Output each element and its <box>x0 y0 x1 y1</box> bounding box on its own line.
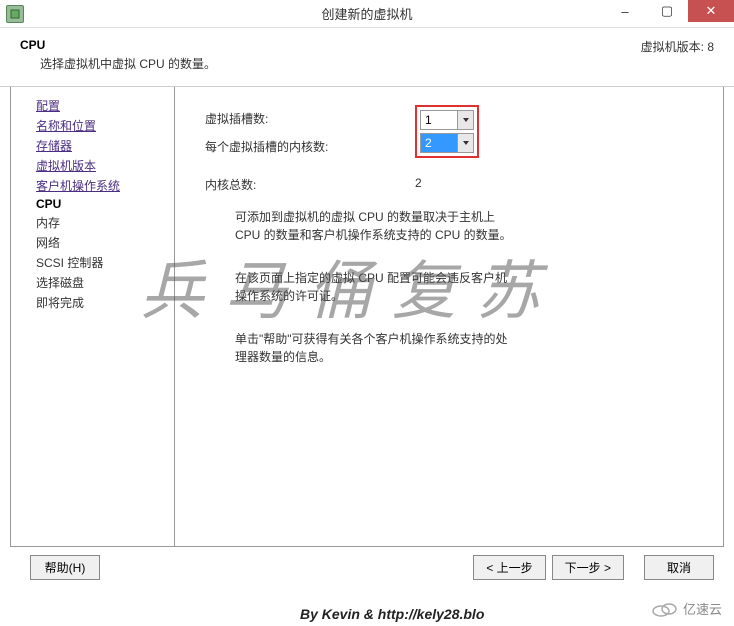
page-description: 选择虚拟机中虚拟 CPU 的数量。 <box>40 55 216 72</box>
cores-dropdown[interactable]: 2 <box>420 133 474 153</box>
corner-logo-text: 亿速云 <box>683 599 722 618</box>
back-button[interactable]: < 上一步 <box>473 555 545 580</box>
window-controls: – ▢ ✕ <box>604 0 734 27</box>
vm-version-label: 虚拟机版本: 8 <box>641 38 714 55</box>
wizard-footer: 帮助(H) < 上一步 下一步 > 取消 <box>0 547 734 588</box>
cores-value: 2 <box>421 136 457 150</box>
close-button[interactable]: ✕ <box>688 0 734 22</box>
wizard-header: CPU 选择虚拟机中虚拟 CPU 的数量。 虚拟机版本: 8 <box>0 28 734 87</box>
total-cores-value: 2 <box>415 176 422 193</box>
sidebar-item-storage[interactable]: 存储器 <box>36 137 174 154</box>
chevron-down-icon <box>457 111 473 129</box>
cores-label: 每个虚拟插槽的内核数: <box>205 131 415 161</box>
sidebar-item-network: 网络 <box>36 234 174 251</box>
info-paragraph-1: 可添加到虚拟机的虚拟 CPU 的数量取决于主机上 CPU 的数量和客户机操作系统… <box>235 208 515 244</box>
window-title: 创建新的虚拟机 <box>321 4 412 23</box>
info-paragraph-3: 单击"帮助"可获得有关各个客户机操作系统支持的处理器数量的信息。 <box>235 330 515 366</box>
attribution-text: By Kevin & http://kely28.blo <box>300 606 484 622</box>
sidebar-item-cpu: CPU <box>36 197 174 211</box>
corner-logo: 亿速云 <box>651 599 722 618</box>
wizard-content: 虚拟插槽数: 每个虚拟插槽的内核数: 1 2 内核总数: 2 可添加到虚拟机的虚… <box>175 87 724 547</box>
sidebar-item-vm-version[interactable]: 虚拟机版本 <box>36 157 174 174</box>
vsphere-icon <box>6 5 24 23</box>
next-button[interactable]: 下一步 > <box>552 555 624 580</box>
highlight-box: 1 2 <box>415 105 479 158</box>
wizard-sidebar: 配置 名称和位置 存储器 虚拟机版本 客户机操作系统 CPU 内存 网络 SCS… <box>10 87 175 547</box>
minimize-button[interactable]: – <box>604 0 646 22</box>
sidebar-item-disk: 选择磁盘 <box>36 274 174 291</box>
sockets-value: 1 <box>421 113 457 127</box>
page-title: CPU <box>20 38 216 52</box>
sockets-label: 虚拟插槽数: <box>205 105 415 131</box>
main-area: 配置 名称和位置 存储器 虚拟机版本 客户机操作系统 CPU 内存 网络 SCS… <box>0 87 734 547</box>
titlebar: 创建新的虚拟机 – ▢ ✕ <box>0 0 734 28</box>
sidebar-item-memory: 内存 <box>36 214 174 231</box>
info-paragraph-2: 在该页面上指定的虚拟 CPU 配置可能会违反客户机操作系统的许可证。 <box>235 269 515 305</box>
sidebar-item-guest-os[interactable]: 客户机操作系统 <box>36 177 174 194</box>
sidebar-item-config[interactable]: 配置 <box>36 97 174 114</box>
sidebar-item-finish: 即将完成 <box>36 294 174 311</box>
sidebar-item-name-location[interactable]: 名称和位置 <box>36 117 174 134</box>
sockets-dropdown[interactable]: 1 <box>420 110 474 130</box>
total-cores-label: 内核总数: <box>205 176 415 193</box>
maximize-button[interactable]: ▢ <box>646 0 688 22</box>
cancel-button[interactable]: 取消 <box>644 555 714 580</box>
total-cores-row: 内核总数: 2 <box>205 176 703 193</box>
help-button[interactable]: 帮助(H) <box>30 555 100 580</box>
chevron-down-icon <box>457 134 473 152</box>
sidebar-item-scsi: SCSI 控制器 <box>36 254 174 271</box>
